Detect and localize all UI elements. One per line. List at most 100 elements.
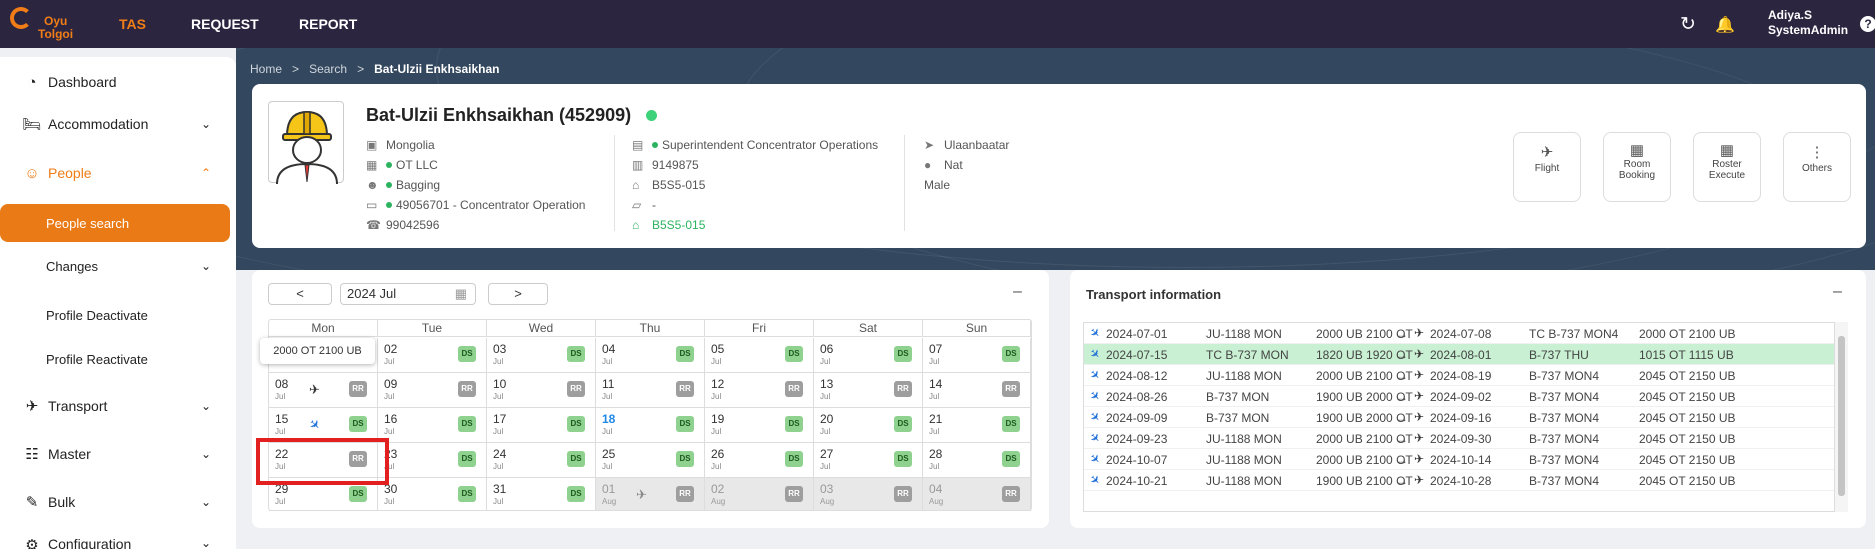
rest-roster-badge: RR — [676, 486, 694, 502]
calendar-day-cell[interactable]: 27 Jul DS — [814, 443, 923, 478]
month-label: Jul — [602, 357, 613, 366]
calendar-day-cell[interactable]: 07 Jul DS — [923, 338, 1031, 373]
sidebar-item-profile-reactivate[interactable]: Profile Reactivate — [0, 344, 236, 374]
sidebar-item-changes[interactable]: Changes ⌄ — [0, 251, 236, 281]
room-booking-button[interactable]: ▦ Room Booking — [1603, 132, 1671, 202]
sidebar-item-dashboard[interactable]: ◔ Dashboard — [0, 67, 236, 97]
home-icon: ⌂ — [632, 178, 640, 192]
return-time: 2000 OT 2100 UB — [1639, 327, 1736, 341]
calendar-day-cell[interactable]: 30 Jul DS — [378, 478, 487, 511]
rest-roster-badge: RR — [894, 381, 912, 397]
calendar-day-cell[interactable]: 23 Jul DS — [378, 443, 487, 478]
return-flight: B-737 MON4 — [1529, 432, 1600, 446]
month-picker-input[interactable]: 2024 Jul ▦ — [340, 283, 476, 305]
prev-month-button[interactable]: < — [268, 283, 332, 305]
calendar-day-cell[interactable]: 01 Aug ✈ RR — [596, 478, 705, 511]
calendar-icon: ▦ — [1719, 142, 1735, 159]
chevron-down-icon: ⌄ — [201, 447, 212, 461]
sidebar-item-master[interactable]: ☷ Master ⌄ — [0, 439, 236, 469]
user-info[interactable]: Adiya.S SystemAdmin — [1768, 8, 1848, 38]
calendar-day-cell[interactable]: 03 Jul DS — [487, 338, 596, 373]
sidebar: ◔ Dashboard 🛏 Accommodation ⌄ ☺ People ⌃… — [0, 57, 236, 549]
scrollbar-thumb[interactable] — [1838, 336, 1845, 496]
nav-report[interactable]: REPORT — [299, 16, 357, 32]
calendar-day-cell[interactable]: 17 Jul DS — [487, 408, 596, 443]
transport-scrollbar[interactable] — [1835, 322, 1848, 512]
calendar-day-cell[interactable]: 10 Jul RR — [487, 373, 596, 408]
day-shift-badge: DS — [1002, 451, 1020, 467]
sidebar-item-people-search[interactable]: People search — [0, 204, 230, 242]
breadcrumb-home[interactable]: Home — [250, 62, 282, 76]
sidebar-item-people[interactable]: ☺ People ⌃ — [0, 158, 236, 188]
oyu-tolgoi-logo[interactable]: Oyu Tolgoi — [10, 5, 73, 45]
next-month-button[interactable]: > — [488, 283, 548, 305]
calendar-day-cell[interactable]: 02 Jul DS — [378, 338, 487, 373]
day-number: 04 — [602, 342, 616, 356]
transport-row[interactable]: ✈ ✈ 2024-07-15 TC B-737 MON 1820 UB 1920 OT →… — [1084, 344, 1834, 365]
people-icon: ☺ — [24, 164, 40, 182]
user-role: SystemAdmin — [1768, 23, 1849, 37]
calendar-day-cell[interactable]: 04 Aug RR — [923, 478, 1031, 511]
transport-row[interactable]: ✈ ✈ 2024-09-23 JU-1188 MON 2000 UB 2100 OT → 2… — [1084, 428, 1834, 449]
flight-icon[interactable]: ✈ — [636, 487, 647, 503]
transport-row[interactable]: ✈ ✈ 2024-08-26 B-737 MON 1900 UB 2000 OT → 202… — [1084, 386, 1834, 407]
day-number: 14 — [929, 377, 943, 391]
calendar-day-cell[interactable]: 11 Jul RR — [596, 373, 705, 408]
return-date: 2024-07-08 — [1430, 327, 1492, 341]
calendar-day-cell[interactable]: 19 Jul DS — [705, 408, 814, 443]
sidebar-item-profile-deactivate[interactable]: Profile Deactivate — [0, 300, 236, 330]
calendar-day-cell[interactable]: 21 Jul DS — [923, 408, 1031, 443]
calendar-day-cell[interactable]: 31 Jul DS — [487, 478, 596, 511]
flight-button[interactable]: ✈ Flight — [1513, 132, 1581, 202]
day-shift-badge: DS — [676, 451, 694, 467]
return-date: 2024-10-28 — [1430, 474, 1492, 488]
rest-roster-badge: RR — [785, 381, 803, 397]
calendar-day-cell[interactable]: 02 Aug RR — [705, 478, 814, 511]
transport-row[interactable]: ✈ ✈ 2024-10-21 JU-1188 MON 1900 UB 2100 OT → 2… — [1084, 470, 1834, 491]
calendar-day-cell[interactable]: 13 Jul RR — [814, 373, 923, 408]
button-label: Roster — [1712, 159, 1742, 170]
calendar-day-cell[interactable]: 18 Jul DS — [596, 408, 705, 443]
flight-icon[interactable]: ✈ — [309, 382, 320, 398]
transport-row[interactable]: ✈ ✈ 2024-09-09 B-737 MON 1900 UB 2000 OT → 202… — [1084, 407, 1834, 428]
info-city: ➤ Ulaanbaatar — [924, 137, 1009, 153]
roster-execute-button[interactable]: ▦ Roster Execute — [1693, 132, 1761, 202]
calendar-day-cell[interactable]: 04 Jul DS — [596, 338, 705, 373]
transport-row[interactable]: ✈ ✈ 2024-08-12 JU-1188 MON 2000 UB 2100 OT → 2… — [1084, 365, 1834, 386]
collapse-calendar-button[interactable]: – — [1013, 283, 1022, 301]
flight-departure-icon[interactable]: ✈ — [305, 415, 324, 434]
day-number: 17 — [493, 412, 507, 426]
day-number: 12 — [711, 377, 725, 391]
transport-row[interactable]: ✈ ✈ 2024-10-07 JU-1188 MON 2000 UB 2100 OT → 2… — [1084, 449, 1834, 470]
sidebar-item-bulk[interactable]: ✎ Bulk ⌄ — [0, 487, 236, 517]
calendar-day-cell[interactable]: 25 Jul DS — [596, 443, 705, 478]
calendar-day-cell[interactable]: 05 Jul DS — [705, 338, 814, 373]
transport-row[interactable]: ✈ ✈ 2024-07-01 JU-1188 MON 2000 UB 2100 OT → 2… — [1084, 323, 1834, 344]
calendar-day-cell[interactable]: 24 Jul DS — [487, 443, 596, 478]
info-assigned-room[interactable]: ⌂ B5S5-015 — [632, 217, 705, 233]
sidebar-item-accommodation[interactable]: 🛏 Accommodation ⌄ — [0, 109, 236, 139]
others-button[interactable]: ⋮ Others — [1783, 132, 1851, 202]
calendar-day-cell[interactable]: 06 Jul DS — [814, 338, 923, 373]
chevron-up-icon: ⌃ — [201, 166, 212, 180]
breadcrumb-search[interactable]: Search — [309, 62, 347, 76]
calendar-day-cell[interactable]: 12 Jul RR — [705, 373, 814, 408]
calendar-day-cell[interactable]: 08 Jul ✈ RR — [269, 373, 378, 408]
calendar-day-cell[interactable]: 16 Jul DS — [378, 408, 487, 443]
nav-tas[interactable]: TAS — [119, 16, 146, 32]
sidebar-item-configuration[interactable]: ⚙ Configuration ⌄ — [0, 532, 236, 549]
nav-request[interactable]: REQUEST — [191, 16, 259, 32]
calendar-day-cell[interactable]: 26 Jul DS — [705, 443, 814, 478]
collapse-transport-button[interactable]: – — [1833, 283, 1842, 301]
calendar-day-cell[interactable]: 20 Jul DS — [814, 408, 923, 443]
bell-icon[interactable]: 🔔 — [1715, 15, 1735, 35]
calendar-day-cell[interactable]: 03 Aug RR — [814, 478, 923, 511]
calendar-day-cell[interactable]: 28 Jul DS — [923, 443, 1031, 478]
sidebar-item-transport[interactable]: ✈ Transport ⌄ — [0, 391, 236, 421]
calendar-day-cell[interactable]: 09 Jul RR — [378, 373, 487, 408]
help-icon[interactable]: ? — [1860, 16, 1875, 32]
refresh-icon[interactable]: ↻ — [1680, 13, 1696, 36]
day-number: 28 — [929, 447, 943, 461]
calendar-day-cell[interactable]: 14 Jul RR — [923, 373, 1031, 408]
month-label: Jul — [275, 497, 286, 506]
